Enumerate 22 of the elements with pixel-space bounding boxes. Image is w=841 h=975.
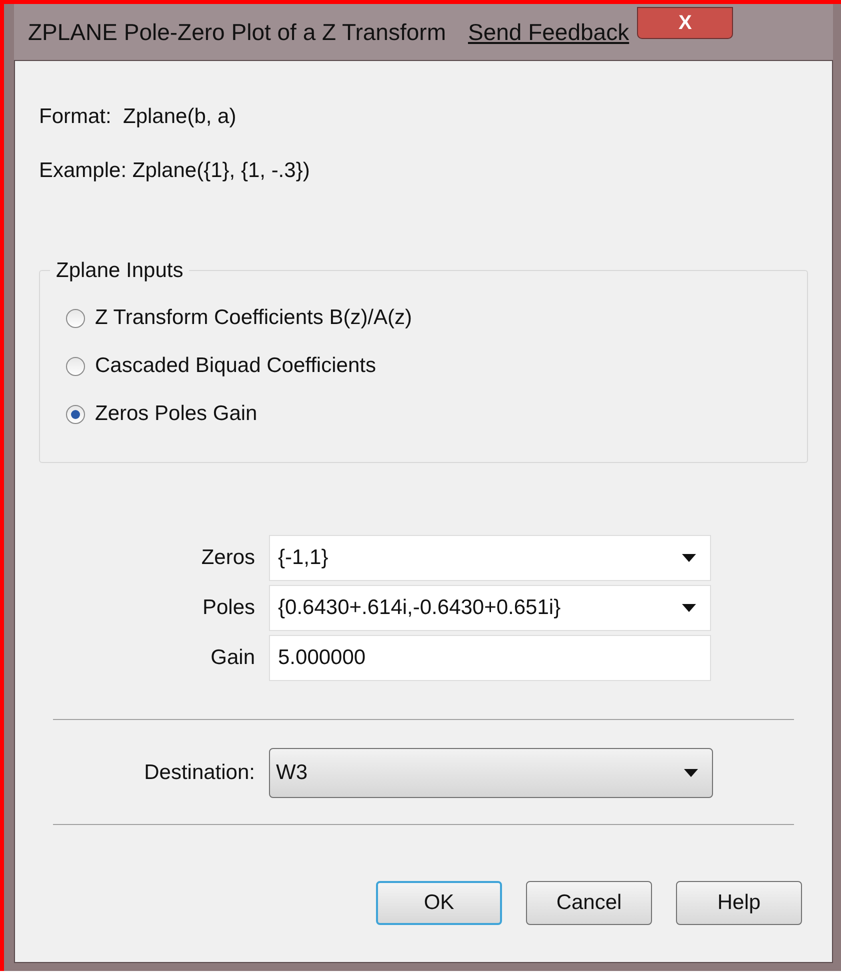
window-title: ZPLANE Pole-Zero Plot of a Z Transform <box>28 18 446 47</box>
caret-icon <box>684 769 698 777</box>
dialog-button[interactable]: Help <box>676 881 802 925</box>
radio-option[interactable]: Zeros Poles Gain <box>66 397 807 431</box>
field-label: Poles <box>201 595 256 622</box>
caret-icon <box>682 554 696 562</box>
close-button[interactable]: X <box>637 7 734 39</box>
field-label: Gain <box>210 645 256 672</box>
input-field[interactable]: 5.000000 <box>269 635 711 681</box>
dialog-button[interactable]: Cancel <box>526 881 652 925</box>
dialog-button[interactable]: OK <box>376 881 502 925</box>
radio-option[interactable]: Cascaded Biquad Coefficients <box>66 349 807 383</box>
send-feedback-link[interactable]: Send Feedback <box>468 14 630 50</box>
field-label: Destination: <box>143 760 256 786</box>
radio-option[interactable]: Z Transform Coefficients B(z)/A(z) <box>66 301 807 335</box>
combo-field[interactable]: {-1,1} <box>269 535 711 581</box>
combo-field[interactable]: {0.6430+.614i,-0.6430+0.651i} <box>269 585 711 631</box>
field-label: Zeros <box>200 545 256 572</box>
info-text: Example: Zplane({1}, {1, -.3}) <box>39 158 311 184</box>
info-text: Format: Zplane(b, a) <box>39 104 238 130</box>
destination-dropdown[interactable]: W3 <box>269 748 713 798</box>
caret-icon <box>682 604 696 612</box>
